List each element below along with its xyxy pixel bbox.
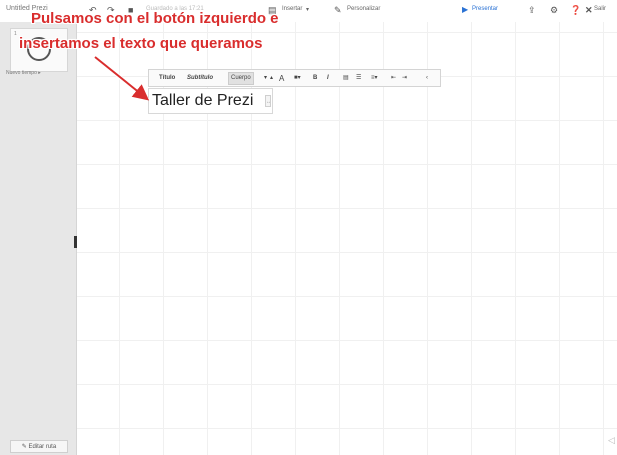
annotation-line-1: Pulsamos con el botón izquierdo e xyxy=(31,10,279,27)
annotation-arrow-icon xyxy=(93,55,150,102)
annotation-line-2: insertamos el texto que queramos xyxy=(19,35,263,52)
